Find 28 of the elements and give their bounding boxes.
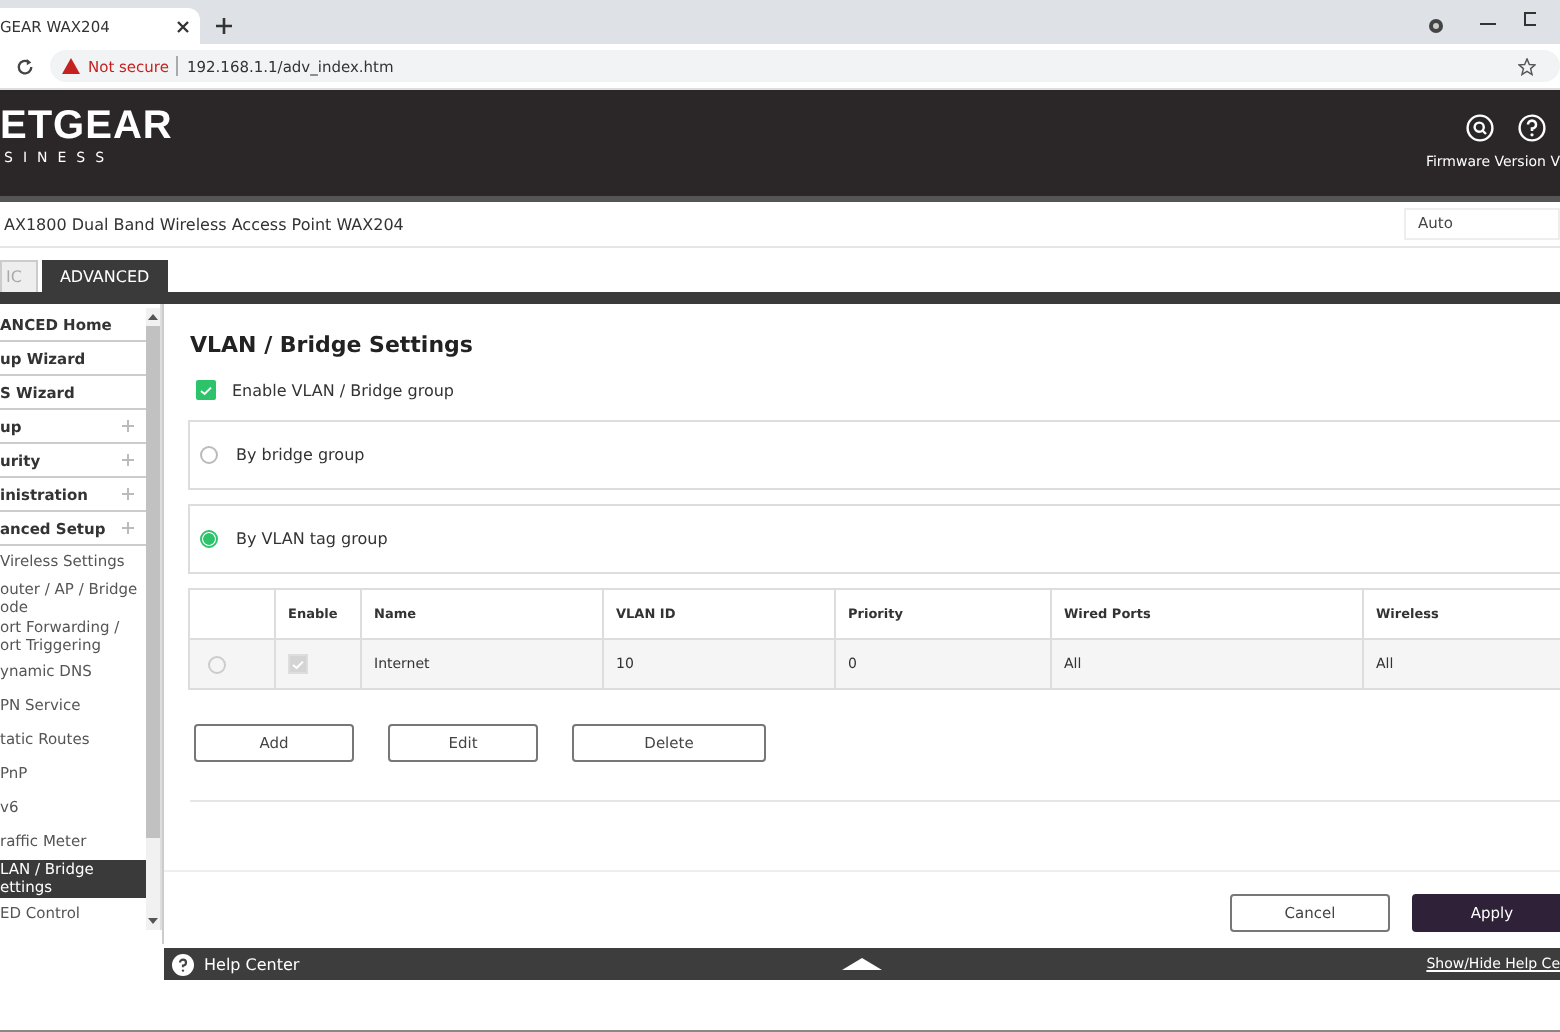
checkbox-label: Enable VLAN / Bridge group (232, 381, 454, 399)
logo-text: ETGEAR (0, 106, 173, 146)
page-title: VLAN / Bridge Settings (190, 332, 475, 358)
checkbox[interactable] (196, 380, 216, 400)
new-tab-icon[interactable] (216, 18, 232, 34)
scroll-down-icon[interactable] (148, 918, 158, 924)
scrollbar[interactable] (146, 308, 160, 930)
radio-button[interactable] (200, 530, 218, 548)
scroll-up-icon[interactable] (148, 314, 158, 320)
help-icon[interactable] (1518, 114, 1546, 142)
close-icon[interactable] (176, 19, 190, 33)
minimize-icon[interactable] (1480, 22, 1496, 26)
nav-tab[interactable]: ADVANCED (41, 260, 168, 292)
star-icon[interactable] (1518, 57, 1536, 75)
record-icon[interactable] (1428, 18, 1444, 34)
radio-button[interactable] (200, 446, 218, 464)
reload-icon[interactable] (16, 57, 34, 75)
help-center-label: Help Center (204, 955, 300, 973)
row-checkbox[interactable] (288, 654, 308, 674)
help-icon (172, 953, 194, 975)
row-radio[interactable] (208, 655, 226, 673)
maximize-icon[interactable] (1524, 12, 1536, 26)
radio-label: By bridge group (236, 446, 365, 464)
expand-arrow-icon[interactable] (842, 958, 883, 970)
product-name: AX1800 Dual Band Wireless Access Point WAX204 (4, 215, 404, 233)
search-icon[interactable] (1466, 114, 1494, 142)
warning-icon (62, 58, 80, 74)
radio-label: By VLAN tag group (236, 530, 388, 548)
